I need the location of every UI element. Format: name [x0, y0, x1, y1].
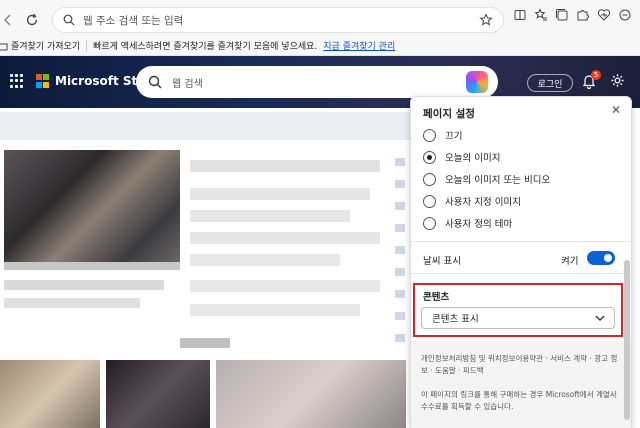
blurred-image: [0, 360, 100, 428]
blurred-text: [190, 188, 370, 200]
favorites-bar: 즐겨찾기 가져오기 빠르게 액세스하려면 즐겨찾기를 즐겨찾기 모음에 넣으세요…: [0, 36, 640, 56]
option-label: 사용자 지정 이미지: [445, 197, 521, 208]
address-bar[interactable]: 웹 주소 검색 또는 입력: [52, 7, 504, 33]
contents-dropdown[interactable]: 콘텐츠 표시: [421, 307, 615, 329]
blurred-image: [4, 150, 180, 262]
weather-toggle[interactable]: [587, 251, 615, 265]
footer-affiliate-note: 이 페이지의 링크를 통해 구매하는 경우 Microsoft에서 계열사 수수…: [421, 390, 617, 411]
background-option-daily-image[interactable]: 오늘의 이미지: [423, 149, 500, 165]
copilot-icon[interactable]: [466, 71, 488, 93]
weather-toggle-label: 켜기: [561, 256, 579, 267]
radio-button[interactable]: [423, 194, 436, 208]
split-screen-icon[interactable]: [513, 8, 527, 22]
radio-button-selected[interactable]: [423, 150, 436, 164]
search-icon: [63, 14, 75, 26]
blurred-text: [190, 160, 380, 172]
radio-button[interactable]: [423, 128, 436, 142]
blurred-text: [190, 254, 340, 266]
app-launcher-icon[interactable]: [10, 74, 24, 88]
divider: [411, 241, 631, 242]
favorite-star-icon[interactable]: [479, 13, 493, 27]
radio-button[interactable]: [423, 172, 436, 186]
blurred-image: [4, 262, 180, 270]
blurred-text: [180, 338, 230, 348]
browser-essentials-icon[interactable]: [597, 8, 611, 22]
blurred-text: [190, 280, 380, 292]
web-search-box[interactable]: 웹 검색: [136, 66, 498, 98]
microsoft-logo: [36, 74, 50, 88]
notification-badge: 5: [591, 70, 601, 80]
favorites-hint: 빠르게 액세스하려면 즐겨찾기를 즐겨찾기 모음에 넣으세요.: [93, 42, 318, 52]
back-icon[interactable]: [0, 8, 20, 32]
import-icon: [0, 43, 8, 50]
close-icon[interactable]: ✕: [609, 103, 623, 117]
blurred-image: [216, 360, 406, 428]
search-icon: [148, 75, 162, 89]
contents-label: 콘텐츠: [423, 292, 450, 303]
refresh-icon[interactable]: [20, 8, 44, 32]
blurred-text: [190, 210, 350, 222]
panel-title: 페이지 설정: [423, 108, 475, 120]
browser-toolbar: 웹 주소 검색 또는 입력: [0, 0, 640, 36]
radio-button[interactable]: [423, 216, 436, 230]
collections-icon[interactable]: [555, 8, 569, 22]
manage-favorites-link[interactable]: 지금 즐겨찾기 관리: [323, 39, 395, 52]
blurred-text: [4, 280, 164, 290]
background-option-custom-theme[interactable]: 사용자 정의 테마: [423, 215, 512, 231]
import-favorites-link[interactable]: 즐겨찾기 가져오기: [11, 39, 80, 52]
blurred-tile: [0, 112, 410, 140]
option-label: 끄기: [445, 131, 463, 142]
page-settings-panel: 페이지 설정 ✕ 끄기 오늘의 이미지 오늘의 이미지 또는 비디오 사용자 지…: [410, 96, 632, 428]
favorites-icon[interactable]: [534, 8, 548, 22]
settings-gear-icon[interactable]: [610, 73, 625, 88]
contents-section-highlighted: 콘텐츠 콘텐츠 표시: [413, 283, 623, 337]
divider: [411, 273, 631, 274]
panel-scrollbar[interactable]: [624, 260, 630, 420]
blurred-image: [106, 360, 210, 428]
background-option-off[interactable]: 끄기: [423, 127, 462, 143]
option-label: 오늘의 이미지 또는 비디오: [445, 175, 551, 186]
background-option-custom-image[interactable]: 사용자 지정 이미지: [423, 193, 521, 209]
blurred-text: [190, 304, 360, 316]
extensions-icon[interactable]: [576, 8, 590, 22]
news-feed-blurred: [0, 108, 410, 428]
dropdown-value: 콘텐츠 표시: [432, 314, 479, 325]
background-option-image-or-video[interactable]: 오늘의 이미지 또는 비디오: [423, 171, 550, 187]
blurred-text: [4, 298, 140, 308]
divider: [86, 39, 88, 52]
option-label: 사용자 정의 테마: [445, 219, 513, 230]
blurred-icons-column: [395, 158, 405, 348]
chevron-down-icon: [595, 315, 605, 321]
copilot-sidebar-icon[interactable]: [618, 8, 632, 22]
panel-footer: 개인정보처리방침 및 위치정보이용약관 · 서비스 계약 · 광고 정보 · 도…: [411, 341, 631, 428]
weather-label: 날씨 표시: [423, 256, 461, 267]
address-placeholder: 웹 주소 검색 또는 입력: [83, 14, 184, 27]
login-button[interactable]: 로그인: [527, 74, 573, 92]
toggle-knob: [604, 254, 612, 262]
option-label: 오늘의 이미지: [445, 153, 501, 164]
blurred-text: [190, 232, 380, 244]
footer-links[interactable]: 개인정보처리방침 및 위치정보이용약관 · 서비스 계약 · 광고 정보 · 도…: [421, 353, 621, 377]
search-placeholder: 웹 검색: [172, 78, 203, 90]
